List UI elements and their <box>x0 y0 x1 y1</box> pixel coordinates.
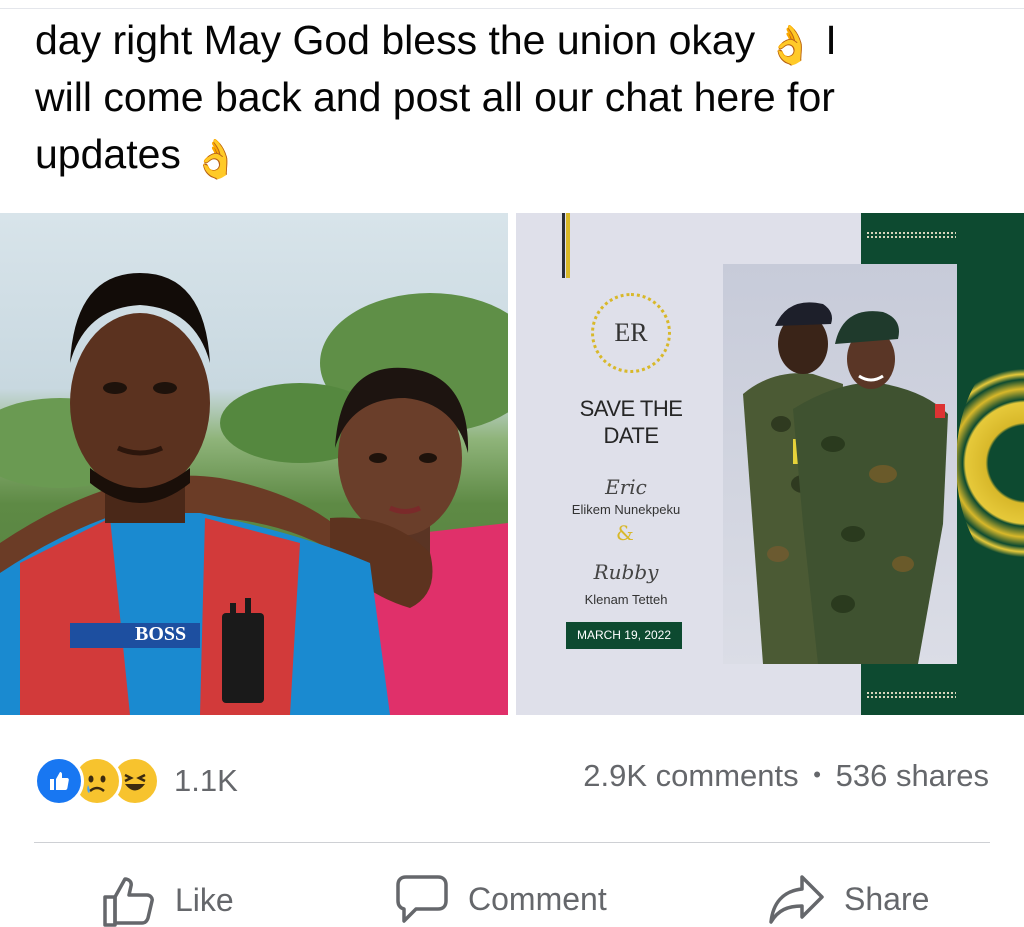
comment-button[interactable]: Comment <box>394 873 607 925</box>
like-button[interactable]: Like <box>101 873 234 927</box>
card-accent-bar <box>562 213 565 278</box>
share-button[interactable]: Share <box>768 873 929 925</box>
action-divider <box>34 842 990 843</box>
post-text-line-1: day right May God bless the union okay <box>35 17 756 63</box>
wedding-date-badge: MARCH 19, 2022 <box>566 622 682 649</box>
save-the-date-heading: SAVE THE DATE <box>556 395 706 449</box>
share-arrow-icon <box>769 875 824 924</box>
bride-script-name: Rubby <box>593 560 659 584</box>
post-photo-couple-outdoor[interactable]: BOSS <box>0 213 508 715</box>
monogram-badge: ER <box>591 293 671 373</box>
thumbs-up-icon <box>103 877 154 927</box>
top-divider <box>0 8 1024 9</box>
comments-count-link[interactable]: 2.9K comments <box>583 758 798 793</box>
summary-separator: • <box>813 762 821 787</box>
shirt-brand-text: BOSS <box>135 623 187 645</box>
post-text: day right May God bless the union okay 👌… <box>35 12 995 183</box>
save-the-date-line-1: SAVE THE <box>579 396 683 421</box>
share-button-label: Share <box>844 880 930 917</box>
card-accent-bar-gold <box>566 213 570 278</box>
post-text-line-2: will come back and post all our chat her… <box>35 74 835 120</box>
save-the-date-line-2: DATE <box>603 423 659 448</box>
like-icon <box>34 756 84 806</box>
couple-military-illustration <box>743 302 948 664</box>
card-dotted-border-bottom <box>866 691 956 699</box>
comment-bubble-icon <box>396 875 448 923</box>
couple-photo-illustration <box>0 273 508 715</box>
reaction-summary[interactable]: 1.1K <box>34 756 238 806</box>
groom-script-name: Eric <box>605 475 647 499</box>
comments-shares-summary: 2.9K comments • 536 shares <box>583 758 989 794</box>
post-photo-save-the-date[interactable]: ER SAVE THE DATE Eric Elikem Nunekpeku &… <box>516 213 1024 715</box>
bride-full-name: Klenam Tetteh <box>584 592 668 607</box>
ok-hand-emoji-icon: 👌 <box>766 25 814 67</box>
reaction-count: 1.1K <box>174 763 238 798</box>
comment-button-label: Comment <box>468 880 607 917</box>
groom-full-name: Elikem Nunekpeku <box>571 502 681 517</box>
post-text-line-1-end: I <box>813 17 837 63</box>
shares-count-link[interactable]: 536 shares <box>836 758 989 793</box>
ok-hand-emoji-icon: 👌 <box>192 139 240 181</box>
post-text-line-3: updates <box>35 131 181 177</box>
ampersand: & <box>616 521 634 545</box>
card-dotted-border-top <box>866 231 956 239</box>
like-button-label: Like <box>175 881 234 918</box>
couple-military-photo <box>723 264 957 664</box>
